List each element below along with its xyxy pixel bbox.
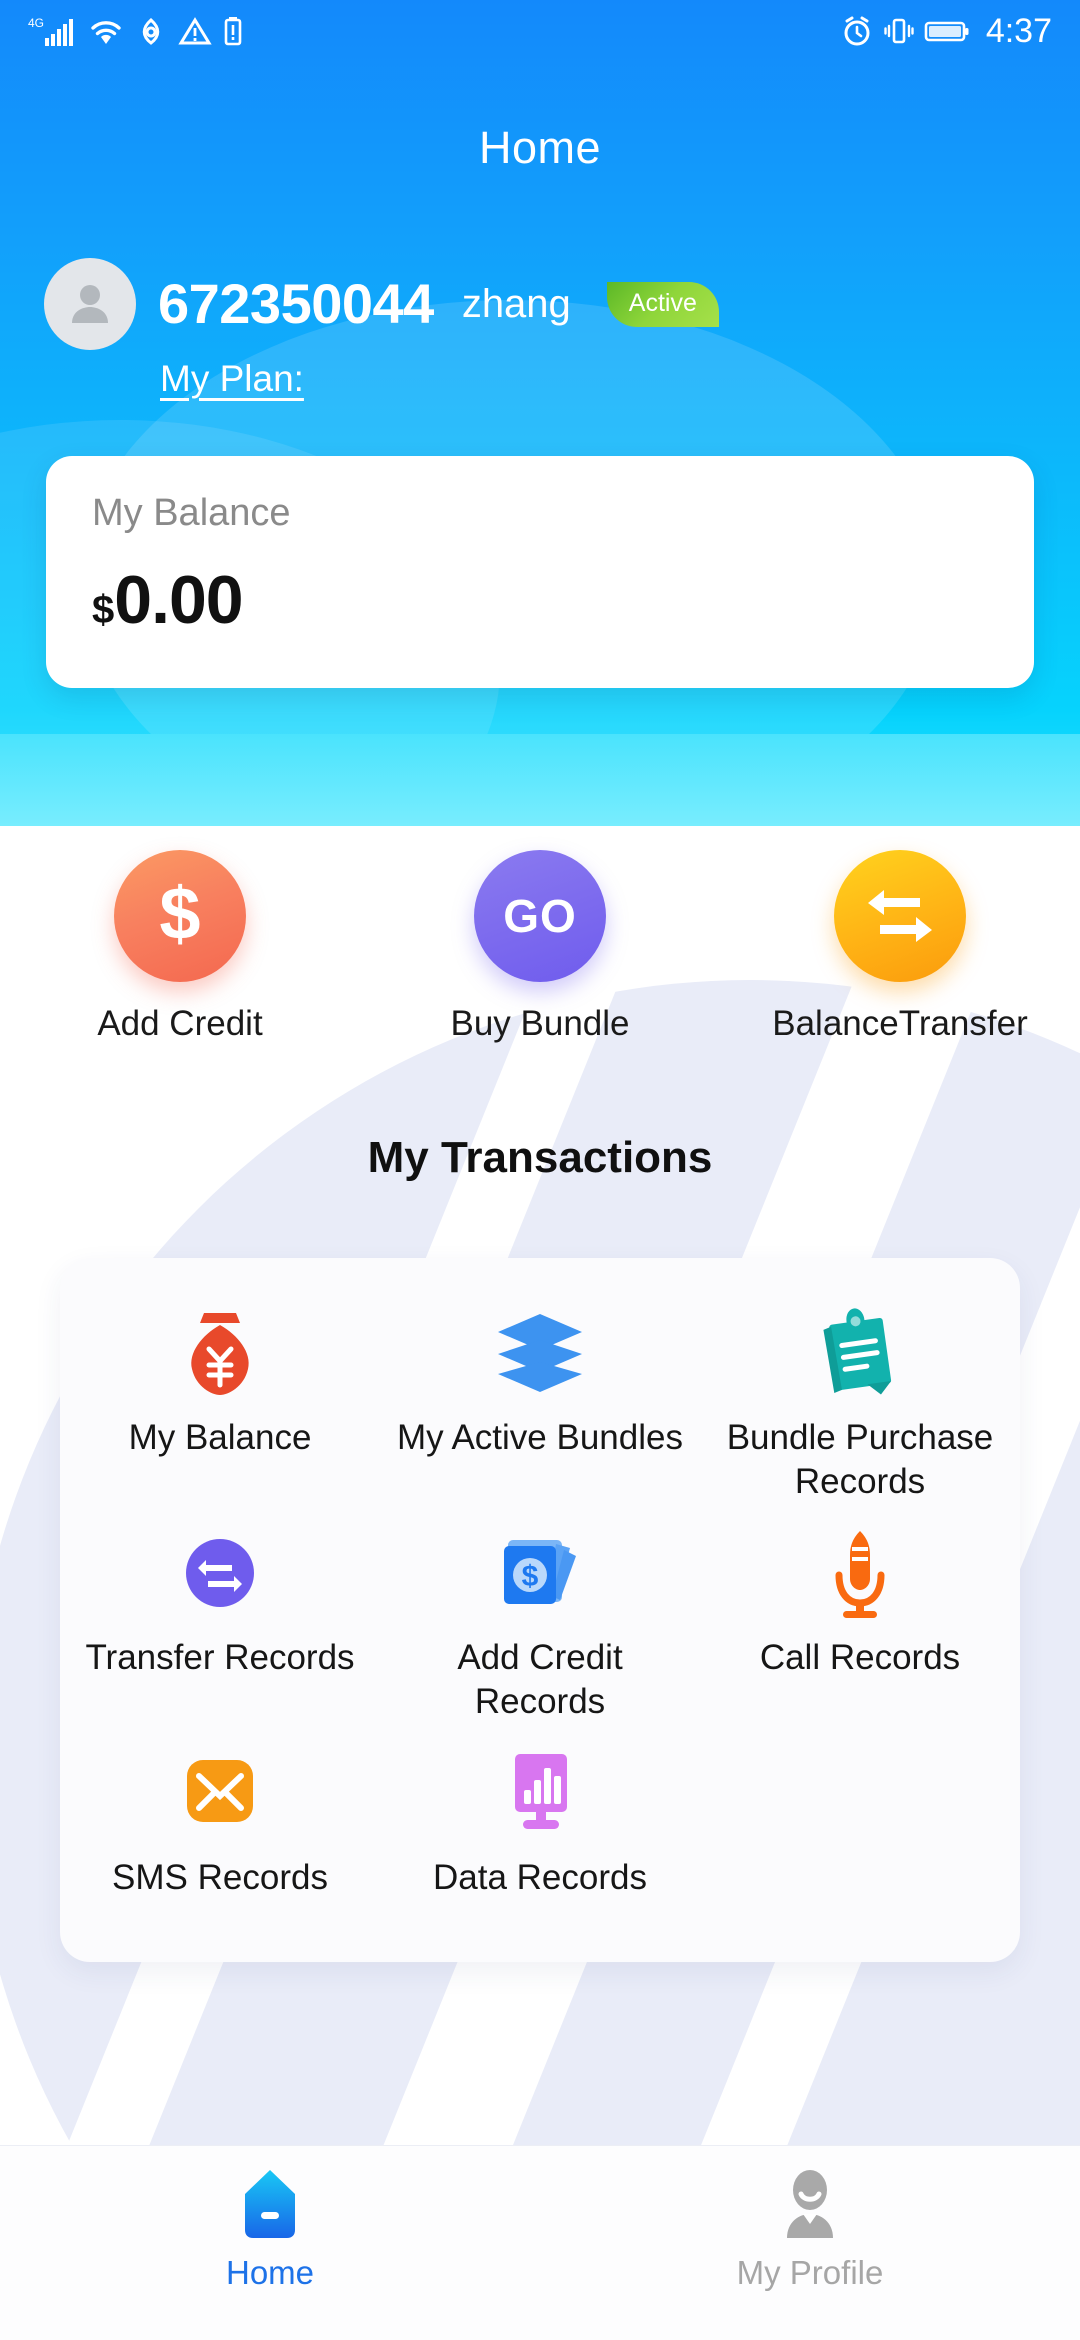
grid-item-data-records[interactable]: Data Records [380,1726,700,1946]
grid-item-call-records[interactable]: Call Records [700,1506,1020,1726]
microphone-icon [823,1524,897,1622]
balance-label: My Balance [92,492,291,534]
nav-item-label: Home [225,2254,315,2291]
nav-item-my-profile[interactable]: My Profile [540,2168,1080,2340]
balance-value: 0.00 [114,562,243,638]
status-bar-left-icons: 4G [28,14,244,48]
person-icon [72,285,108,323]
quick-actions-row: $ Add Credit GO Buy Bundle BalanceTransf… [0,850,1080,1044]
status-bar-right-icons: 4:37 [840,12,1052,51]
clipboard-records-icon [817,1304,903,1402]
dollar-glyph: $ [159,872,201,955]
person-icon [787,2170,833,2238]
quick-action-label: Add Credit [97,1004,263,1043]
grid-item-add-credit-records[interactable]: $ Add Credit Records [380,1506,700,1726]
transfer-arrows-glyph [868,890,932,942]
quick-action-buy-bundle[interactable]: GO Buy Bundle [360,850,720,1044]
go-icon: GO [474,850,606,982]
account-row: 672350044 zhang Active [44,258,719,350]
account-msisdn: 672350044 [158,272,434,335]
status-bar: 4G 4:37 [0,0,1080,62]
battery-alert-icon [224,17,242,46]
go-glyph: GO [503,890,577,942]
transfer-circle-icon [180,1524,260,1622]
grid-item-bundle-purchase-records[interactable]: Bundle Purchase Records [700,1286,1020,1506]
transactions-grid-row: Transfer Records $ Add Credit Records Ca… [60,1506,1020,1726]
warning-triangle-icon [178,17,212,45]
wifi-icon [91,21,121,44]
my-plan-link[interactable]: My Plan: [160,358,304,400]
grid-item-my-active-bundles[interactable]: My Active Bundles [380,1286,700,1506]
balance-amount: $ 0.00 [92,566,1034,634]
transfer-arrows-icon [834,850,966,982]
grid-item-label: Call Records [759,1638,961,1677]
grid-item-label: Bundle Purchase Records [726,1418,994,1501]
grid-item-label: My Balance [128,1418,312,1457]
nav-item-home[interactable]: Home [0,2168,540,2340]
avatar[interactable] [44,258,136,350]
header-bottom-strip [0,734,1080,826]
balance-card[interactable]: My Balance $ 0.00 [46,456,1034,688]
nav-item-label: My Profile [736,2254,884,2291]
grid-item-label: SMS Records [112,1858,328,1897]
status-badge: Active [606,281,719,327]
monitor-chart-icon [499,1744,581,1842]
quick-action-label: Buy Bundle [450,1004,630,1043]
svg-text:$: $ [522,1560,539,1593]
layers-stack-icon [494,1304,586,1402]
account-username: zhang [461,282,571,326]
svg-text:4G: 4G [28,16,44,30]
quick-action-label: BalanceTransfer [772,1004,1028,1043]
envelope-icon [179,1744,261,1842]
grid-item-my-balance[interactable]: My Balance [60,1286,380,1506]
alarm-icon [844,16,870,46]
vibrate-icon [884,18,914,44]
eye-icon [142,17,160,45]
grid-item-sms-records[interactable]: SMS Records [60,1726,380,1946]
page-title: Home [478,122,602,173]
battery-icon [924,21,969,42]
banknotes-dollar-icon: $ [494,1524,586,1622]
grid-item-label: My Active Bundles [397,1418,683,1457]
quick-action-add-credit[interactable]: $ Add Credit [0,850,360,1044]
bottom-navigation: Home My Profile [0,2145,1080,2340]
status-bar-clock: 4:37 [985,11,1052,50]
grid-item-transfer-records[interactable]: Transfer Records [60,1506,380,1726]
signal-4g-icon: 4G [28,16,73,46]
section-title-transactions: My Transactions [367,1133,713,1182]
home-icon [245,2170,295,2238]
grid-item-label: Add Credit Records [457,1638,623,1721]
grid-item-label: Transfer Records [85,1638,355,1677]
money-bag-yuan-icon [178,1304,262,1402]
transactions-grid-row: SMS Records Data Records [60,1726,1020,1946]
dollar-icon: $ [114,850,246,982]
quick-action-balance-transfer[interactable]: BalanceTransfer [720,850,1080,1044]
balance-currency: $ [92,588,115,632]
grid-item-label: Data Records [433,1858,647,1897]
transactions-grid: My Balance My Active Bundles Bundle Purc… [60,1258,1020,1962]
transactions-grid-row: My Balance My Active Bundles Bundle Purc… [60,1286,1020,1506]
app-root: 4G 4:37 Home 672350044 zhang Active My P… [0,0,1080,2340]
